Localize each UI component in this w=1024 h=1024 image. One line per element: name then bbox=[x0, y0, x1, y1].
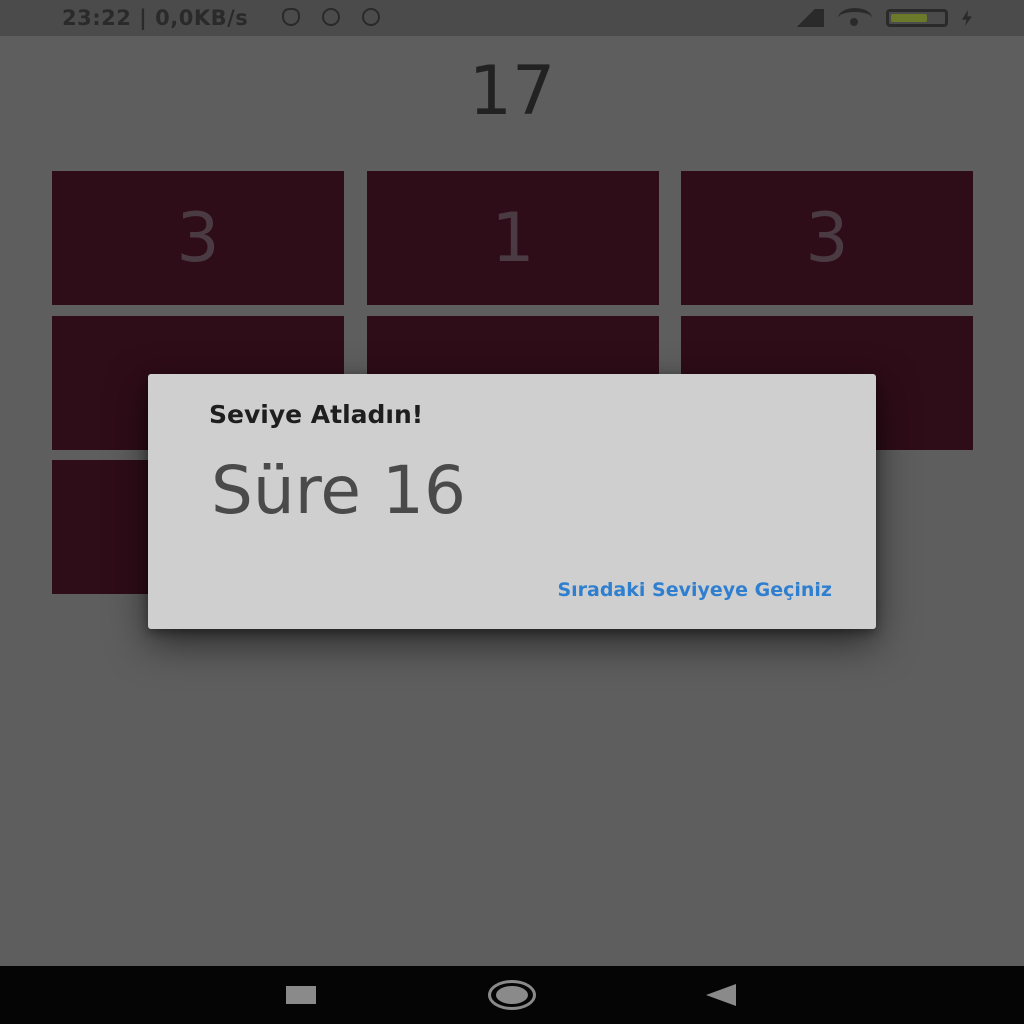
recent-apps-icon[interactable] bbox=[286, 986, 316, 1004]
notification-icon bbox=[322, 8, 340, 26]
status-bar: 23:22 | 0,0KB/s bbox=[0, 0, 1024, 36]
signal-icon bbox=[788, 9, 824, 27]
home-icon[interactable] bbox=[488, 980, 536, 1010]
alarm-icon bbox=[282, 8, 300, 26]
status-time: 23:22 | 0,0KB/s bbox=[62, 6, 249, 30]
battery-icon bbox=[886, 9, 948, 27]
next-level-button[interactable]: Sıradaki Seviyeye Geçiniz bbox=[557, 579, 832, 601]
back-icon[interactable] bbox=[706, 984, 736, 1006]
tile[interactable]: 3 bbox=[681, 171, 973, 305]
battery-level bbox=[891, 14, 928, 22]
tile[interactable]: 1 bbox=[367, 171, 659, 305]
dialog-message: Süre 16 bbox=[211, 452, 466, 529]
screen: 23:22 | 0,0KB/s 17 3 1 3 Seviye Atladın!… bbox=[0, 0, 1024, 1024]
status-notification-icons bbox=[282, 8, 380, 26]
score: 17 bbox=[468, 52, 556, 131]
level-complete-dialog: Seviye Atladın! Süre 16 Sıradaki Seviyey… bbox=[148, 374, 876, 629]
status-system-icons bbox=[788, 8, 972, 28]
wifi-icon bbox=[838, 8, 872, 28]
navigation-bar bbox=[0, 966, 1024, 1024]
charging-icon bbox=[962, 10, 972, 26]
tile[interactable]: 3 bbox=[52, 171, 344, 305]
dialog-title: Seviye Atladın! bbox=[209, 400, 424, 429]
notification-icon bbox=[362, 8, 380, 26]
